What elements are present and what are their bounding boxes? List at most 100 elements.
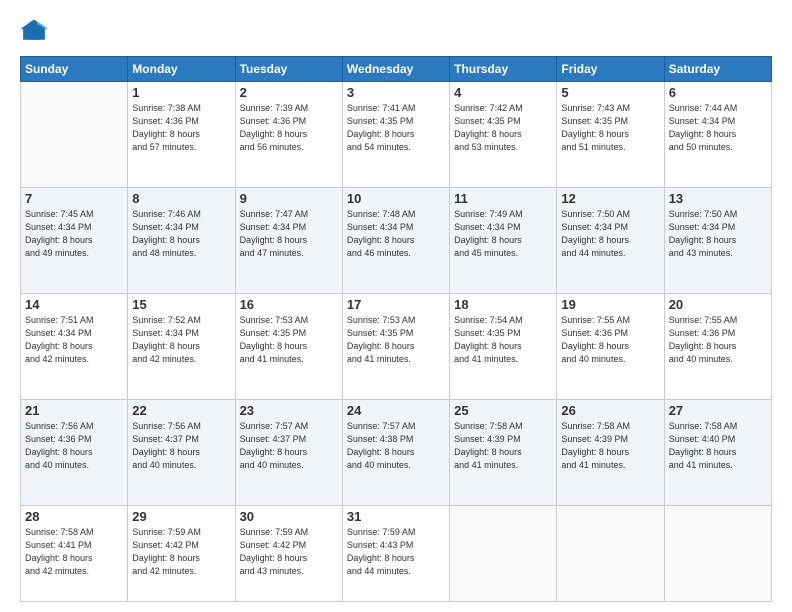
day-number: 23 bbox=[240, 403, 338, 418]
calendar-cell: 12 Sunrise: 7:50 AM Sunset: 4:34 PM Dayli… bbox=[557, 187, 664, 293]
calendar-cell: 21 Sunrise: 7:56 AM Sunset: 4:36 PM Dayli… bbox=[21, 399, 128, 505]
day-number: 21 bbox=[25, 403, 123, 418]
calendar-cell: 10Sunrise: 7:48 AM Sunset: 4:34 PM Dayli… bbox=[342, 187, 449, 293]
day-number: 29 bbox=[132, 509, 230, 524]
calendar-week-row: 14 Sunrise: 7:51 AM Sunset: 4:34 PM Dayli… bbox=[21, 293, 772, 399]
day-number: 18 bbox=[454, 297, 552, 312]
calendar-cell: 13 Sunrise: 7:50 AM Sunset: 4:34 PM Dayli… bbox=[664, 187, 771, 293]
page: SundayMondayTuesdayWednesdayThursdayFrid… bbox=[0, 0, 792, 612]
weekday-header-row: SundayMondayTuesdayWednesdayThursdayFrid… bbox=[21, 57, 772, 82]
day-info: Sunrise: 7:57 AM Sunset: 4:37 PM Dayligh… bbox=[240, 420, 338, 472]
calendar-cell: 25 Sunrise: 7:58 AM Sunset: 4:39 PM Dayli… bbox=[450, 399, 557, 505]
day-number: 26 bbox=[561, 403, 659, 418]
day-number: 14 bbox=[25, 297, 123, 312]
calendar-cell: 29 Sunrise: 7:59 AM Sunset: 4:42 PM Dayli… bbox=[128, 505, 235, 601]
day-number: 13 bbox=[669, 191, 767, 206]
calendar-cell: 19Sunrise: 7:55 AM Sunset: 4:36 PM Dayli… bbox=[557, 293, 664, 399]
day-number: 12 bbox=[561, 191, 659, 206]
calendar-cell: 9 Sunrise: 7:47 AM Sunset: 4:34 PM Daylig… bbox=[235, 187, 342, 293]
day-info: Sunrise: 7:41 AM Sunset: 4:35 PM Dayligh… bbox=[347, 102, 445, 154]
day-info: Sunrise: 7:55 AM Sunset: 4:36 PM Dayligh… bbox=[669, 314, 767, 366]
calendar-cell: 16 Sunrise: 7:53 AM Sunset: 4:35 PM Dayli… bbox=[235, 293, 342, 399]
day-info: Sunrise: 7:58 AM Sunset: 4:39 PM Dayligh… bbox=[454, 420, 552, 472]
day-info: Sunrise: 7:38 AM Sunset: 4:36 PM Dayligh… bbox=[132, 102, 230, 154]
day-info: Sunrise: 7:49 AM Sunset: 4:34 PM Dayligh… bbox=[454, 208, 552, 260]
day-info: Sunrise: 7:57 AM Sunset: 4:38 PM Dayligh… bbox=[347, 420, 445, 472]
day-number: 31 bbox=[347, 509, 445, 524]
day-number: 15 bbox=[132, 297, 230, 312]
calendar-week-row: 7 Sunrise: 7:45 AM Sunset: 4:34 PM Daylig… bbox=[21, 187, 772, 293]
calendar-cell bbox=[21, 82, 128, 188]
day-info: Sunrise: 7:54 AM Sunset: 4:35 PM Dayligh… bbox=[454, 314, 552, 366]
day-info: Sunrise: 7:53 AM Sunset: 4:35 PM Dayligh… bbox=[240, 314, 338, 366]
day-info: Sunrise: 7:58 AM Sunset: 4:40 PM Dayligh… bbox=[669, 420, 767, 472]
calendar-cell: 4 Sunrise: 7:42 AM Sunset: 4:35 PM Daylig… bbox=[450, 82, 557, 188]
calendar-cell: 28 Sunrise: 7:58 AM Sunset: 4:41 PM Dayli… bbox=[21, 505, 128, 601]
calendar-table: SundayMondayTuesdayWednesdayThursdayFrid… bbox=[20, 56, 772, 602]
calendar-cell: 31 Sunrise: 7:59 AM Sunset: 4:43 PM Dayli… bbox=[342, 505, 449, 601]
day-number: 25 bbox=[454, 403, 552, 418]
day-number: 22 bbox=[132, 403, 230, 418]
day-number: 6 bbox=[669, 85, 767, 100]
calendar-cell: 5 Sunrise: 7:43 AM Sunset: 4:35 PM Daylig… bbox=[557, 82, 664, 188]
calendar-cell: 6 Sunrise: 7:44 AM Sunset: 4:34 PM Daylig… bbox=[664, 82, 771, 188]
day-number: 28 bbox=[25, 509, 123, 524]
day-number: 9 bbox=[240, 191, 338, 206]
calendar-cell: 30Sunrise: 7:59 AM Sunset: 4:42 PM Dayli… bbox=[235, 505, 342, 601]
day-number: 16 bbox=[240, 297, 338, 312]
day-number: 24 bbox=[347, 403, 445, 418]
calendar-cell: 2Sunrise: 7:39 AM Sunset: 4:36 PM Daylig… bbox=[235, 82, 342, 188]
calendar-week-row: 1 Sunrise: 7:38 AM Sunset: 4:36 PM Daylig… bbox=[21, 82, 772, 188]
calendar-cell: 22 Sunrise: 7:56 AM Sunset: 4:37 PM Dayli… bbox=[128, 399, 235, 505]
day-number: 27 bbox=[669, 403, 767, 418]
day-info: Sunrise: 7:59 AM Sunset: 4:43 PM Dayligh… bbox=[347, 526, 445, 578]
calendar-cell: 7 Sunrise: 7:45 AM Sunset: 4:34 PM Daylig… bbox=[21, 187, 128, 293]
day-info: Sunrise: 7:56 AM Sunset: 4:36 PM Dayligh… bbox=[25, 420, 123, 472]
day-number: 1 bbox=[132, 85, 230, 100]
calendar-cell: 18 Sunrise: 7:54 AM Sunset: 4:35 PM Dayli… bbox=[450, 293, 557, 399]
calendar-cell: 24 Sunrise: 7:57 AM Sunset: 4:38 PM Dayli… bbox=[342, 399, 449, 505]
day-info: Sunrise: 7:50 AM Sunset: 4:34 PM Dayligh… bbox=[669, 208, 767, 260]
day-info: Sunrise: 7:44 AM Sunset: 4:34 PM Dayligh… bbox=[669, 102, 767, 154]
calendar-cell: 8Sunrise: 7:46 AM Sunset: 4:34 PM Daylig… bbox=[128, 187, 235, 293]
day-info: Sunrise: 7:52 AM Sunset: 4:34 PM Dayligh… bbox=[132, 314, 230, 366]
calendar-cell: 15 Sunrise: 7:52 AM Sunset: 4:34 PM Dayli… bbox=[128, 293, 235, 399]
day-number: 11 bbox=[454, 191, 552, 206]
day-info: Sunrise: 7:58 AM Sunset: 4:39 PM Dayligh… bbox=[561, 420, 659, 472]
day-number: 4 bbox=[454, 85, 552, 100]
day-number: 17 bbox=[347, 297, 445, 312]
day-number: 3 bbox=[347, 85, 445, 100]
calendar-cell: 20Sunrise: 7:55 AM Sunset: 4:36 PM Dayli… bbox=[664, 293, 771, 399]
calendar-cell: 23 Sunrise: 7:57 AM Sunset: 4:37 PM Dayli… bbox=[235, 399, 342, 505]
day-info: Sunrise: 7:55 AM Sunset: 4:36 PM Dayligh… bbox=[561, 314, 659, 366]
day-info: Sunrise: 7:42 AM Sunset: 4:35 PM Dayligh… bbox=[454, 102, 552, 154]
day-info: Sunrise: 7:58 AM Sunset: 4:41 PM Dayligh… bbox=[25, 526, 123, 578]
weekday-header-sunday: Sunday bbox=[21, 57, 128, 82]
day-number: 5 bbox=[561, 85, 659, 100]
day-info: Sunrise: 7:56 AM Sunset: 4:37 PM Dayligh… bbox=[132, 420, 230, 472]
weekday-header-friday: Friday bbox=[557, 57, 664, 82]
day-info: Sunrise: 7:59 AM Sunset: 4:42 PM Dayligh… bbox=[132, 526, 230, 578]
calendar-cell: 27 Sunrise: 7:58 AM Sunset: 4:40 PM Dayli… bbox=[664, 399, 771, 505]
calendar-cell: 11 Sunrise: 7:49 AM Sunset: 4:34 PM Dayli… bbox=[450, 187, 557, 293]
day-number: 30 bbox=[240, 509, 338, 524]
calendar-cell: 17Sunrise: 7:53 AM Sunset: 4:35 PM Dayli… bbox=[342, 293, 449, 399]
day-number: 2 bbox=[240, 85, 338, 100]
weekday-header-saturday: Saturday bbox=[664, 57, 771, 82]
weekday-header-wednesday: Wednesday bbox=[342, 57, 449, 82]
calendar-week-row: 21 Sunrise: 7:56 AM Sunset: 4:36 PM Dayli… bbox=[21, 399, 772, 505]
day-number: 7 bbox=[25, 191, 123, 206]
calendar-cell: 14 Sunrise: 7:51 AM Sunset: 4:34 PM Dayli… bbox=[21, 293, 128, 399]
logo-icon bbox=[20, 18, 48, 46]
day-info: Sunrise: 7:47 AM Sunset: 4:34 PM Dayligh… bbox=[240, 208, 338, 260]
day-info: Sunrise: 7:45 AM Sunset: 4:34 PM Dayligh… bbox=[25, 208, 123, 260]
logo bbox=[20, 18, 52, 46]
calendar-cell: 1 Sunrise: 7:38 AM Sunset: 4:36 PM Daylig… bbox=[128, 82, 235, 188]
day-info: Sunrise: 7:51 AM Sunset: 4:34 PM Dayligh… bbox=[25, 314, 123, 366]
calendar-cell bbox=[664, 505, 771, 601]
weekday-header-monday: Monday bbox=[128, 57, 235, 82]
calendar-cell bbox=[450, 505, 557, 601]
day-info: Sunrise: 7:50 AM Sunset: 4:34 PM Dayligh… bbox=[561, 208, 659, 260]
day-info: Sunrise: 7:43 AM Sunset: 4:35 PM Dayligh… bbox=[561, 102, 659, 154]
weekday-header-thursday: Thursday bbox=[450, 57, 557, 82]
